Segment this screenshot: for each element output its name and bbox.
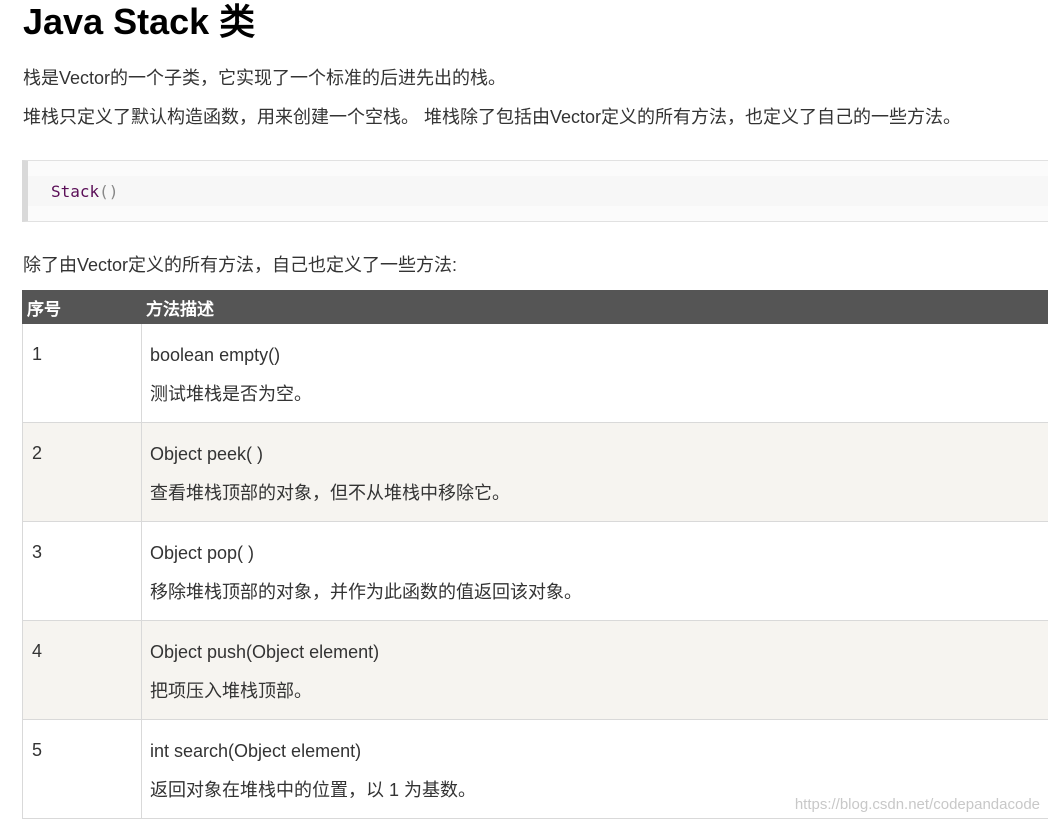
code-identifier: Stack (51, 182, 100, 201)
table-row: 2 Object peek( ) 查看堆栈顶部的对象，但不从堆栈中移除它。 (22, 422, 1048, 522)
row-description: boolean empty() 测试堆栈是否为空。 (141, 323, 1048, 423)
row-number: 1 (22, 323, 142, 423)
method-signature: boolean empty() (150, 345, 281, 365)
intro-paragraph-1: 栈是Vector的一个子类，它实现了一个标准的后进先出的栈。 (23, 68, 507, 88)
row-number: 4 (22, 620, 142, 720)
methods-intro: 除了由Vector定义的所有方法，自己也定义了一些方法: (23, 255, 458, 275)
method-note: 查看堆栈顶部的对象，但不从堆栈中移除它。 (150, 483, 510, 503)
table-row: 1 boolean empty() 测试堆栈是否为空。 (22, 323, 1048, 423)
method-note: 移除堆栈顶部的对象，并作为此函数的值返回该对象。 (150, 582, 582, 602)
method-note: 把项压入堆栈顶部。 (150, 681, 312, 701)
page-title: Java Stack 类 (23, 1, 256, 42)
intro-paragraph-2: 堆栈只定义了默认构造函数，用来创建一个空栈。 堆栈除了包括由Vector定义的所… (23, 107, 962, 127)
table-header-row: 序号 方法描述 (22, 290, 1048, 324)
methods-table: 序号 方法描述 1 boolean empty() 测试堆栈是否为空。 2 Ob… (22, 290, 1048, 819)
header-number: 序号 (22, 290, 142, 324)
method-signature: Object push(Object element) (150, 642, 380, 662)
watermark: https://blog.csdn.net/codepandacode (794, 796, 1040, 813)
row-description: Object push(Object element) 把项压入堆栈顶部。 (141, 620, 1048, 720)
header-description: 方法描述 (141, 290, 1048, 324)
row-description: Object peek( ) 查看堆栈顶部的对象，但不从堆栈中移除它。 (141, 422, 1048, 522)
code-text: Stack() (51, 182, 118, 202)
row-description: Object pop( ) 移除堆栈顶部的对象，并作为此函数的值返回该对象。 (141, 521, 1048, 621)
method-note: 测试堆栈是否为空。 (150, 384, 312, 404)
table-row: 3 Object pop( ) 移除堆栈顶部的对象，并作为此函数的值返回该对象。 (22, 521, 1048, 621)
row-number: 3 (22, 521, 142, 621)
code-block: Stack() (22, 160, 1048, 222)
code-line: Stack() (28, 176, 1048, 206)
code-parens: () (99, 182, 119, 201)
method-signature: Object peek( ) (150, 444, 264, 464)
method-signature: int search(Object element) (150, 741, 362, 761)
method-signature: Object pop( ) (150, 543, 255, 563)
row-number: 5 (22, 719, 142, 819)
row-number: 2 (22, 422, 142, 522)
table-row: 4 Object push(Object element) 把项压入堆栈顶部。 (22, 620, 1048, 720)
